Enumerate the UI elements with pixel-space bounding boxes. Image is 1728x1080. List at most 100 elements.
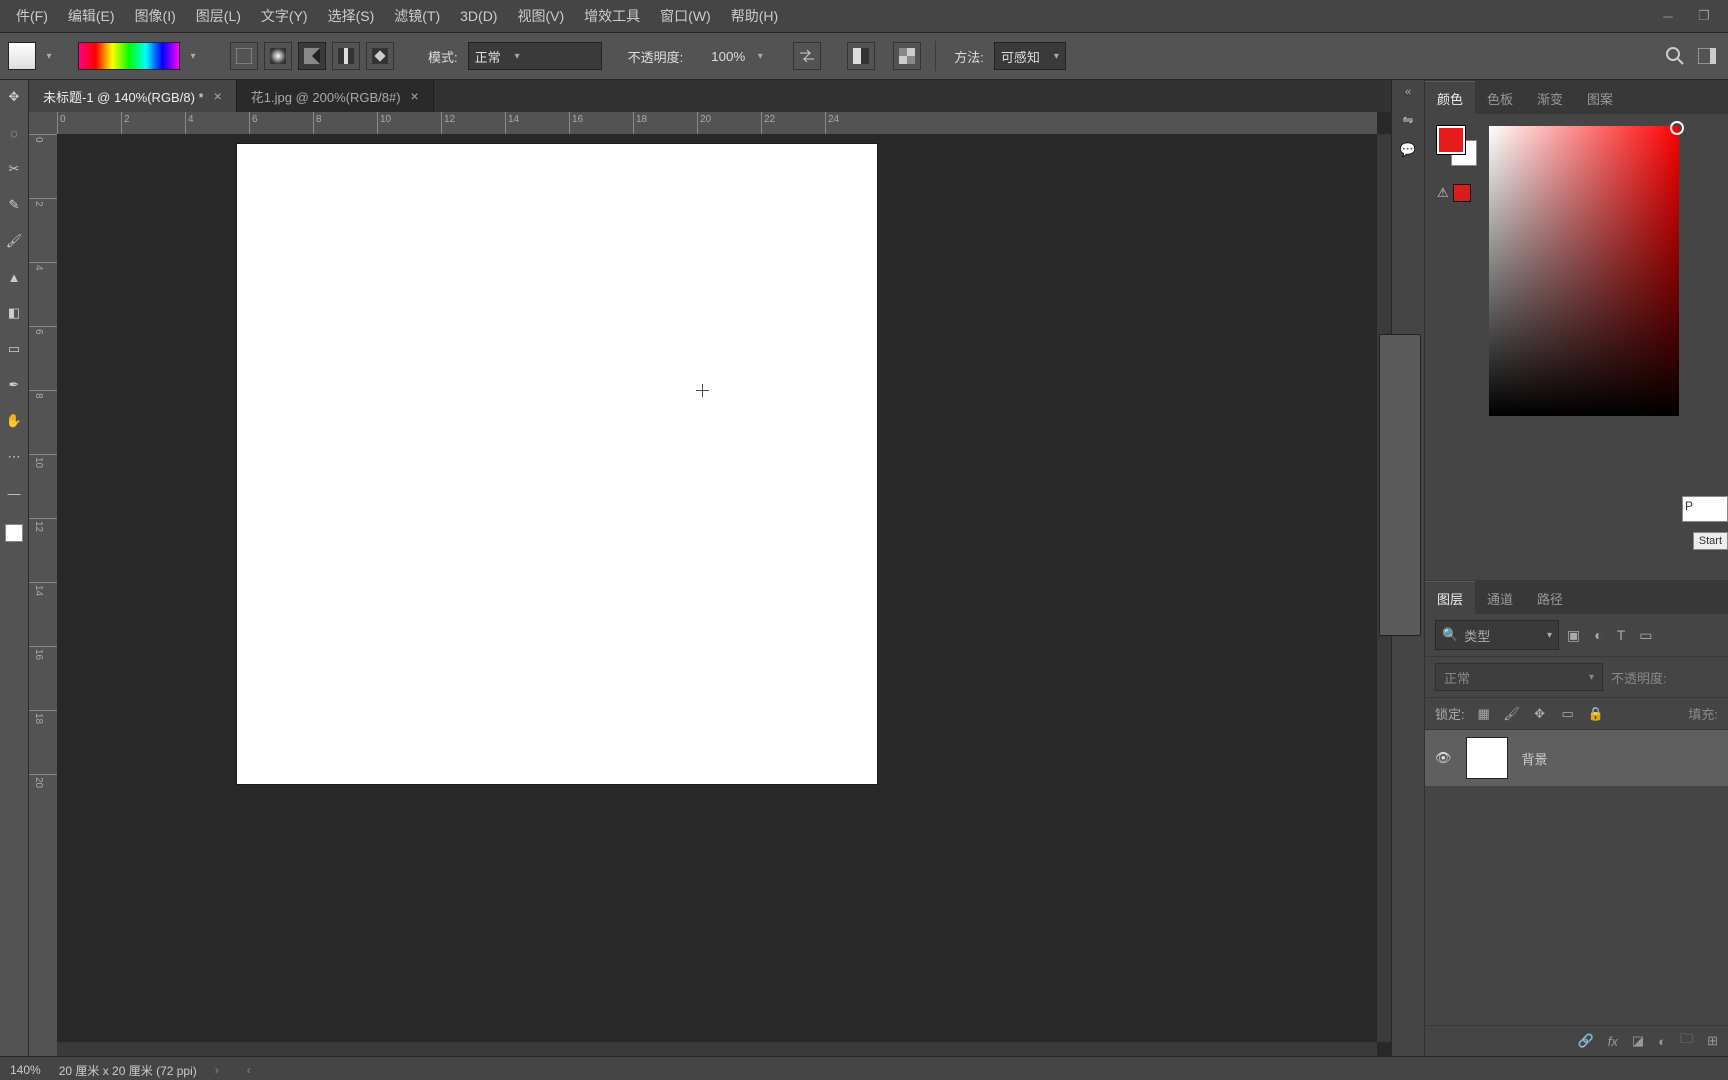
filter-shape-icon[interactable]: ▭	[1639, 627, 1652, 644]
color-picker-field[interactable]	[1489, 126, 1679, 416]
horizontal-scrollbar[interactable]	[57, 1042, 1377, 1056]
start-button[interactable]: Start	[1693, 532, 1728, 550]
gradient-diamond-icon[interactable]	[366, 42, 394, 70]
menu-plugins[interactable]: 增效工具	[574, 2, 650, 30]
foreground-color-swatch[interactable]	[1437, 126, 1465, 154]
layer-blend-select[interactable]: 正常▾	[1435, 663, 1603, 691]
filter-type-icon[interactable]: T	[1617, 627, 1626, 644]
gradient-preset-dropdown-icon[interactable]: ▾	[186, 44, 200, 68]
layer-filter-select[interactable]: 🔍 类型 ▾	[1435, 620, 1559, 650]
method-select[interactable]: 可感知▾	[994, 42, 1066, 70]
menu-3d[interactable]: 3D(D)	[450, 4, 507, 28]
lock-position-icon[interactable]: ✥	[1531, 706, 1549, 722]
panel-toggle-icon[interactable]	[1694, 43, 1720, 69]
search-icon[interactable]	[1662, 43, 1688, 69]
tab-layers[interactable]: 图层	[1425, 581, 1475, 614]
collapse-panels-icon[interactable]: «	[1405, 86, 1411, 98]
tab-gradients[interactable]: 渐变	[1525, 82, 1575, 114]
filter-pixel-icon[interactable]: ▣	[1567, 627, 1580, 644]
lock-transparency-icon[interactable]: ▦	[1475, 706, 1493, 722]
close-icon[interactable]: ×	[214, 88, 222, 104]
move-tool-icon[interactable]: ✥	[3, 86, 25, 108]
stamp-tool-icon[interactable]: ▲	[3, 266, 25, 288]
filter-adjust-icon[interactable]: ◐	[1594, 627, 1602, 644]
color-swatch-icon[interactable]	[5, 524, 23, 542]
menu-window[interactable]: 窗口(W)	[650, 2, 721, 30]
layer-style-icon[interactable]: fx	[1608, 1034, 1618, 1049]
transparency-icon[interactable]	[893, 42, 921, 70]
reverse-gradient-icon[interactable]	[793, 42, 821, 70]
zoom-level[interactable]: 140%	[10, 1063, 41, 1077]
menu-filter[interactable]: 滤镜(T)	[384, 2, 450, 30]
menu-edit[interactable]: 编辑(E)	[58, 2, 125, 30]
gradient-reflected-icon[interactable]	[332, 42, 360, 70]
lock-artboard-icon[interactable]: ▭	[1559, 706, 1577, 722]
adjustment-layer-icon[interactable]: ◐	[1658, 1034, 1666, 1049]
canvas-viewport[interactable]	[57, 134, 1377, 1042]
menu-image[interactable]: 图像(I)	[125, 2, 186, 30]
gradient-preview[interactable]	[78, 42, 180, 70]
lock-pixels-icon[interactable]: 🖌	[1503, 706, 1521, 722]
lasso-tool-icon[interactable]: ◌	[3, 122, 25, 144]
window-restore-icon[interactable]: ❐	[1690, 7, 1718, 25]
canvas[interactable]	[237, 144, 877, 784]
menu-view[interactable]: 视图(V)	[507, 2, 574, 30]
gradient-swatch[interactable]	[8, 42, 36, 70]
layer-name[interactable]: 背景	[1522, 749, 1548, 768]
menu-layer[interactable]: 图层(L)	[186, 2, 251, 30]
status-menu-icon[interactable]: ›	[215, 1063, 219, 1077]
scroll-left-icon[interactable]: ‹	[247, 1063, 251, 1077]
lock-all-icon[interactable]: 🔒	[1587, 706, 1605, 722]
menu-type[interactable]: 文字(Y)	[251, 2, 318, 30]
blend-mode-select[interactable]: 正常▾	[468, 42, 602, 70]
vertical-scrollbar[interactable]	[1377, 134, 1391, 1042]
vertical-ruler[interactable]: 02468101214161820	[29, 134, 58, 1056]
gradient-angle-icon[interactable]	[298, 42, 326, 70]
comments-panel-icon[interactable]: 💬	[1400, 142, 1416, 158]
close-icon[interactable]: ×	[411, 88, 419, 104]
tab-color[interactable]: 颜色	[1425, 81, 1475, 114]
eyedropper-tool-icon[interactable]: ✎	[3, 194, 25, 216]
visibility-icon[interactable]: 👁	[1435, 750, 1452, 766]
document-tab-1[interactable]: 未标题-1 @ 140%(RGB/8) * ×	[29, 80, 237, 112]
dither-icon[interactable]	[847, 42, 875, 70]
tab-paths[interactable]: 路径	[1525, 582, 1575, 614]
menu-help[interactable]: 帮助(H)	[721, 2, 788, 30]
group-icon[interactable]: 🗀	[1680, 1030, 1693, 1052]
ruler-origin[interactable]	[29, 112, 58, 135]
link-layers-icon[interactable]: 🔗	[1578, 1033, 1594, 1049]
gradient-radial-icon[interactable]	[264, 42, 292, 70]
opacity-dropdown-icon[interactable]: ▾	[753, 44, 767, 68]
document-info[interactable]: 20 厘米 x 20 厘米 (72 ppi)	[59, 1062, 197, 1079]
fill-label: 填充:	[1688, 704, 1718, 723]
layer-mask-icon[interactable]: ◪	[1632, 1033, 1644, 1049]
color-panel-body: ⚠ P Start	[1425, 114, 1728, 580]
crop-tool-icon[interactable]: ✂	[3, 158, 25, 180]
opacity-input[interactable]	[693, 48, 747, 65]
brush-tool-icon[interactable]: 🖌	[3, 230, 25, 252]
gradient-swatch-dropdown-icon[interactable]: ▾	[42, 44, 56, 68]
eraser-tool-icon[interactable]: ◧	[3, 302, 25, 324]
tab-patterns[interactable]: 图案	[1575, 82, 1625, 114]
menu-select[interactable]: 选择(S)	[318, 2, 385, 30]
layer-row[interactable]: 👁 背景	[1425, 730, 1728, 787]
horizontal-ruler[interactable]: 024681012141618202224	[57, 112, 1377, 135]
gamut-warning-swatch[interactable]	[1453, 184, 1471, 202]
window-minimize-icon[interactable]: ─	[1654, 7, 1682, 25]
edit-toolbar-icon[interactable]: —	[3, 482, 25, 504]
menu-file[interactable]: 件(F)	[6, 2, 58, 30]
pen-tool-icon[interactable]: ✒	[3, 374, 25, 396]
hand-tool-icon[interactable]: ✋	[3, 410, 25, 432]
gamut-warning-icon[interactable]: ⚠	[1437, 185, 1449, 201]
layer-thumbnail[interactable]	[1466, 737, 1508, 779]
gradient-tool-icon[interactable]: ▭	[3, 338, 25, 360]
tab-swatches[interactable]: 色板	[1475, 82, 1525, 114]
new-layer-icon[interactable]: ⊞	[1707, 1033, 1718, 1049]
gradient-linear-icon[interactable]	[230, 42, 258, 70]
tab-channels[interactable]: 通道	[1475, 582, 1525, 614]
tool-column: ✥ ◌ ✂ ✎ 🖌 ▲ ◧ ▭ ✒ ✋ ⋯ —	[0, 80, 29, 1056]
zoom-tool-icon[interactable]: ⋯	[3, 446, 25, 468]
document-tab-2[interactable]: 花1.jpg @ 200%(RGB/8#) ×	[237, 80, 434, 112]
history-panel-icon[interactable]: ⇋	[1403, 112, 1414, 128]
hex-input[interactable]: P	[1682, 496, 1728, 522]
